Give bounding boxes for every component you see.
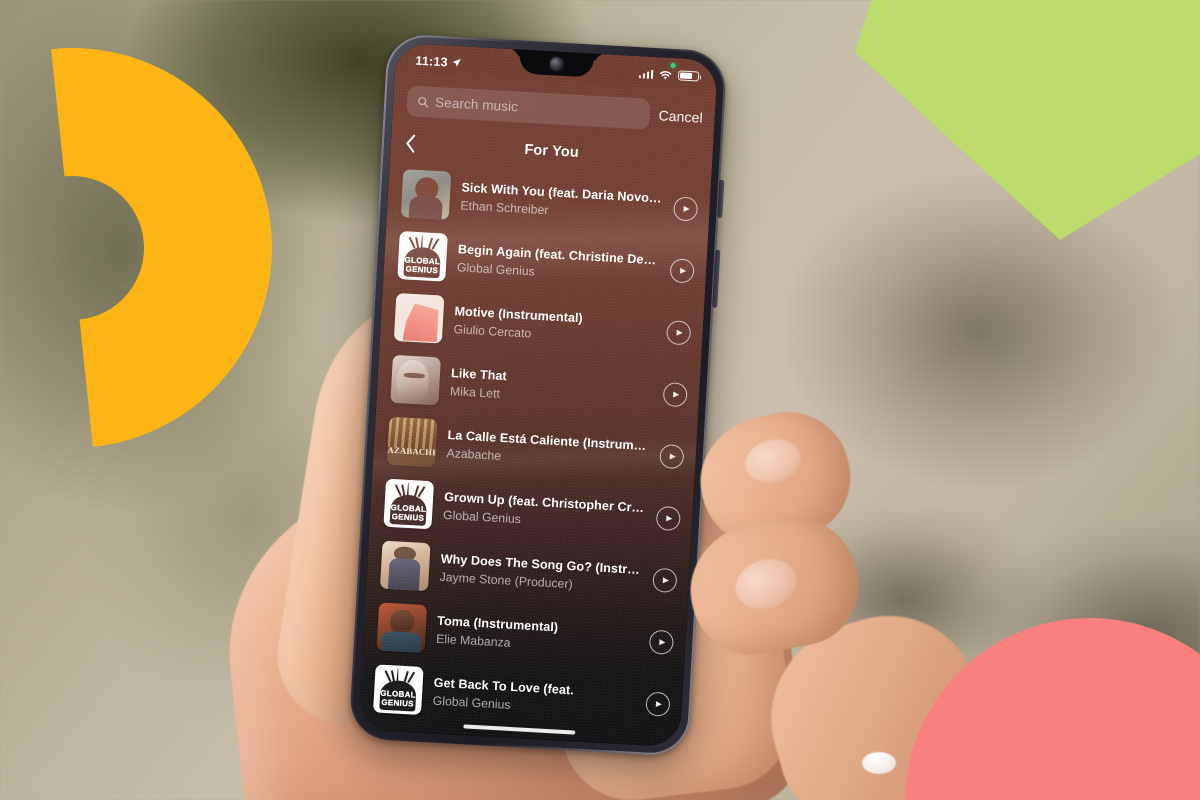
play-circle-icon[interactable]	[652, 567, 678, 594]
status-time: 11:13	[415, 53, 449, 70]
track-meta: Motive (Instrumental) Giulio Cercato	[453, 304, 657, 348]
album-artwork	[376, 602, 428, 654]
search-icon	[418, 96, 429, 108]
album-artwork: GLOBAL GENIUS	[373, 664, 424, 715]
play-circle-icon[interactable]	[662, 382, 688, 408]
music-app: Search music Cancel For You Sick With Yo…	[358, 72, 717, 748]
play-circle-icon[interactable]	[672, 196, 699, 222]
screen-content: Search music Cancel For You Sick With Yo…	[358, 42, 718, 748]
album-artwork	[400, 169, 452, 220]
track-list: Sick With You (feat. Daria Novo, Dr… Eth…	[359, 159, 712, 736]
wifi-icon	[659, 70, 672, 79]
play-circle-icon[interactable]	[669, 258, 695, 284]
album-artwork	[379, 540, 431, 592]
play-circle-icon[interactable]	[645, 691, 671, 717]
phone-screen: Search music Cancel For You Sick With Yo…	[358, 42, 718, 748]
track-meta: Grown Up (feat. Christopher Cron) Global…	[443, 489, 646, 533]
cellular-signal-icon	[638, 68, 654, 79]
album-artwork: AZABACHE	[386, 416, 438, 468]
search-input[interactable]: Search music	[406, 85, 651, 130]
artwork-label: AZABACHE	[387, 445, 438, 458]
album-artwork	[390, 354, 441, 406]
album-artwork: GLOBAL GENIUS	[397, 231, 448, 282]
play-circle-icon[interactable]	[666, 320, 692, 346]
track-meta: Like That Mika Lett	[450, 366, 654, 410]
search-placeholder: Search music	[434, 94, 519, 115]
artwork-label: GLOBAL GENIUS	[380, 689, 417, 709]
track-meta: Begin Again (feat. Christine Dente) Glob…	[457, 242, 660, 286]
cancel-button[interactable]: Cancel	[658, 107, 703, 125]
track-meta: Toma (Instrumental) Elie Mabanza	[436, 613, 640, 657]
screenshot-canvas: Search music Cancel For You Sick With Yo…	[0, 0, 1200, 800]
album-artwork: GLOBAL GENIUS	[383, 478, 435, 530]
track-meta: Sick With You (feat. Daria Novo, Dr… Eth…	[460, 180, 663, 224]
artwork-label: GLOBAL GENIUS	[404, 255, 441, 276]
artwork-label: GLOBAL GENIUS	[390, 503, 427, 523]
status-right	[638, 68, 700, 82]
album-artwork	[393, 292, 445, 344]
status-left: 11:13	[415, 54, 462, 71]
location-arrow-icon	[452, 59, 462, 67]
track-meta: Get Back To Love (feat. Global Genius	[432, 675, 636, 719]
track-meta: Why Does The Song Go? (Instrume… Jayme S…	[439, 551, 642, 595]
battery-icon	[677, 70, 700, 82]
play-circle-icon[interactable]	[648, 629, 675, 655]
play-circle-icon[interactable]	[655, 505, 681, 532]
smartphone-device: Search music Cancel For You Sick With Yo…	[348, 33, 728, 757]
play-circle-icon[interactable]	[659, 443, 685, 470]
track-meta: La Calle Está Caliente (Instrumental) Az…	[446, 427, 649, 471]
